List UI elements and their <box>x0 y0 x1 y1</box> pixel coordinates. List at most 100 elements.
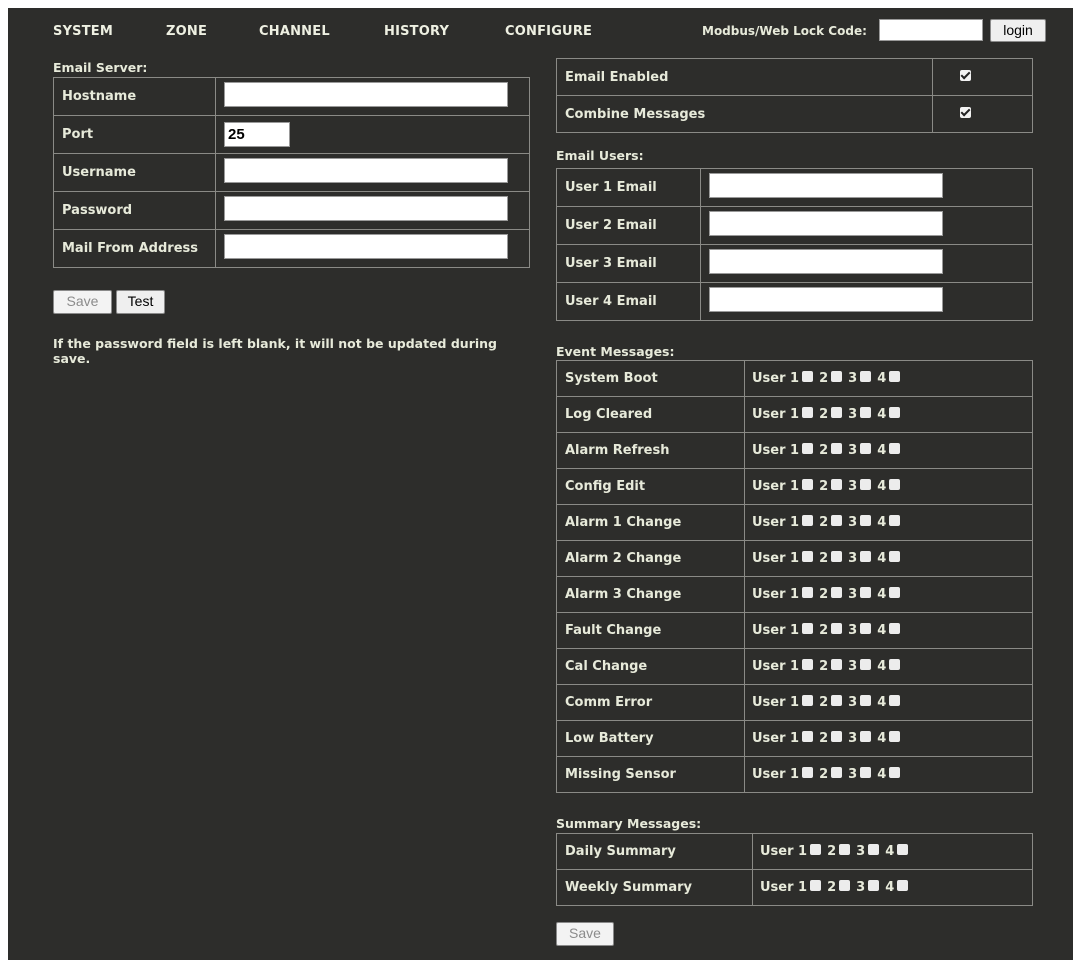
port-input[interactable]: 25 <box>224 122 290 147</box>
user-4-email-input[interactable] <box>709 287 943 312</box>
username-input[interactable] <box>224 158 508 183</box>
user-3-checkbox[interactable] <box>860 371 872 382</box>
user-3-checkbox[interactable] <box>860 443 872 454</box>
summary-label: Weekly Summary <box>556 869 753 906</box>
nav-channel[interactable]: CHANNEL <box>259 24 330 39</box>
user-2-checkbox[interactable] <box>831 695 843 706</box>
user-1-checkbox[interactable] <box>802 407 814 418</box>
user-3-checkbox[interactable] <box>860 515 872 526</box>
user-2-checkbox[interactable] <box>831 551 843 562</box>
user-3-label: 3 <box>848 587 858 602</box>
login-button[interactable]: login <box>990 19 1046 42</box>
user-3-checkbox[interactable] <box>860 623 872 634</box>
user-4-checkbox[interactable] <box>889 695 901 706</box>
user-4-checkbox[interactable] <box>889 731 901 742</box>
user-4-checkbox[interactable] <box>889 515 901 526</box>
test-button[interactable]: Test <box>116 290 165 314</box>
user-2-checkbox[interactable] <box>831 587 843 598</box>
user-4-checkbox[interactable] <box>889 443 901 454</box>
email-server-table: Hostname Port 25 Username Password Mail … <box>53 77 530 268</box>
user-3-checkbox[interactable] <box>860 695 872 706</box>
nav-configure[interactable]: CONFIGURE <box>505 24 592 39</box>
user-1-checkbox[interactable] <box>802 551 814 562</box>
user-1-checkbox[interactable] <box>802 623 814 634</box>
user-1-checkbox[interactable] <box>802 479 814 490</box>
user-3-checkbox[interactable] <box>868 880 880 891</box>
user-1-checkbox[interactable] <box>802 443 814 454</box>
user-4-checkbox[interactable] <box>889 407 901 418</box>
user-1-checkbox[interactable] <box>802 731 814 742</box>
user-email-row: User 3 Email <box>556 244 1033 283</box>
lock-code-input[interactable] <box>879 19 983 41</box>
user-2-checkbox[interactable] <box>831 659 843 670</box>
user-1-checkbox[interactable] <box>802 767 814 778</box>
user-1-checkbox[interactable] <box>802 587 814 598</box>
event-row: Alarm 3 Change User 1 2 3 4 <box>556 576 1033 613</box>
user-2-checkbox[interactable] <box>831 731 843 742</box>
hostname-input[interactable] <box>224 82 508 107</box>
user-1-checkbox[interactable] <box>802 515 814 526</box>
user-1-checkbox[interactable] <box>802 371 814 382</box>
user-3-email-input[interactable] <box>709 249 943 274</box>
user-4-checkbox[interactable] <box>889 767 901 778</box>
user-4-checkbox[interactable] <box>889 623 901 634</box>
user-1-label: User 1 <box>752 515 800 530</box>
user-4-label: 4 <box>877 551 887 566</box>
user-3-checkbox[interactable] <box>868 844 880 855</box>
user-1-email-input[interactable] <box>709 173 943 198</box>
user-1-label: User 1 <box>752 479 800 494</box>
nav-history[interactable]: HISTORY <box>384 24 449 39</box>
hostname-cell <box>215 77 530 116</box>
user-3-checkbox[interactable] <box>860 587 872 598</box>
user-4-checkbox[interactable] <box>897 880 909 891</box>
user-2-checkbox[interactable] <box>831 479 843 490</box>
user-1-label: User 1 <box>752 587 800 602</box>
user-2-checkbox[interactable] <box>831 443 843 454</box>
nav-system[interactable]: SYSTEM <box>53 24 113 39</box>
user-1-label: User 1 <box>760 844 808 859</box>
user-4-label: 4 <box>877 515 887 530</box>
nav-zone[interactable]: ZONE <box>166 24 207 39</box>
user-2-checkbox[interactable] <box>831 407 843 418</box>
user-2-checkbox[interactable] <box>831 623 843 634</box>
user-1-checkbox[interactable] <box>810 880 822 891</box>
mail-from-input[interactable] <box>224 234 508 259</box>
user-3-checkbox[interactable] <box>860 551 872 562</box>
user-2-checkbox[interactable] <box>831 767 843 778</box>
server-save-button[interactable]: Save <box>53 290 112 314</box>
user-1-checkbox[interactable] <box>810 844 822 855</box>
user-2-checkbox[interactable] <box>831 515 843 526</box>
user-3-label: 3 <box>848 479 858 494</box>
user-3-checkbox[interactable] <box>860 479 872 490</box>
user-3-checkbox[interactable] <box>860 767 872 778</box>
user-2-checkbox[interactable] <box>831 371 843 382</box>
server-row-password: Password <box>53 191 530 230</box>
footer-save-button[interactable]: Save <box>556 922 614 946</box>
user-4-label: 4 <box>885 880 895 895</box>
user-1-checkbox[interactable] <box>802 695 814 706</box>
server-row-hostname: Hostname <box>53 77 530 116</box>
user-2-label: 2 <box>819 731 829 746</box>
user-3-checkbox[interactable] <box>860 659 872 670</box>
event-row: Cal Change User 1 2 3 4 <box>556 648 1033 685</box>
user-4-checkbox[interactable] <box>889 371 901 382</box>
user-3-checkbox[interactable] <box>860 731 872 742</box>
user-4-checkbox[interactable] <box>889 551 901 562</box>
user-1-checkbox[interactable] <box>802 659 814 670</box>
user-2-email-input[interactable] <box>709 211 943 236</box>
user-4-checkbox[interactable] <box>897 844 909 855</box>
password-input[interactable] <box>224 196 508 221</box>
combine-messages-checkbox[interactable] <box>960 106 971 118</box>
event-row: Config Edit User 1 2 3 4 <box>556 468 1033 505</box>
user-4-checkbox[interactable] <box>889 587 901 598</box>
user-2-checkbox[interactable] <box>839 880 851 891</box>
user-3-checkbox[interactable] <box>860 407 872 418</box>
user-4-checkbox[interactable] <box>889 479 901 490</box>
user-4-label: 4 <box>877 587 887 602</box>
user-2-checkbox[interactable] <box>839 844 851 855</box>
user-3-label: 3 <box>848 551 858 566</box>
email-enabled-checkbox[interactable] <box>960 69 971 81</box>
user-4-checkbox[interactable] <box>889 659 901 670</box>
password-note: If the password field is left blank, it … <box>53 336 498 366</box>
summary-row: Daily Summary User 1 2 3 4 <box>556 833 1033 870</box>
